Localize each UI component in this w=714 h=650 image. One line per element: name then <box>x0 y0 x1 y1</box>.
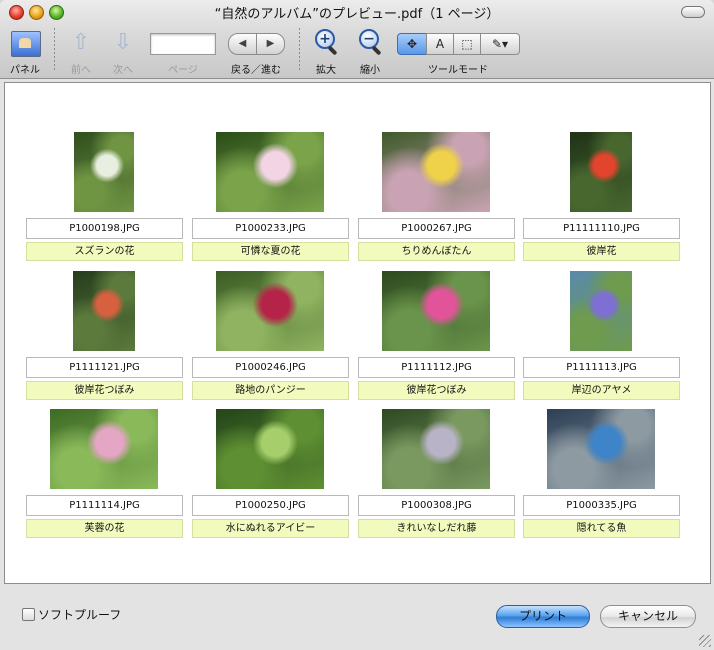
zoom-in-label: 拡大 <box>316 65 336 76</box>
photo-thumbnail <box>74 132 134 212</box>
back-forward-label: 戻る／進む <box>231 65 281 76</box>
photo-thumbnail <box>382 132 490 212</box>
photo-filename: P1000250.JPG <box>192 495 349 516</box>
photo-caption: スズランの花 <box>26 242 183 261</box>
minus-sign: − <box>363 31 375 47</box>
plus-sign: + <box>319 31 331 47</box>
text-tool-button[interactable]: A <box>426 33 454 55</box>
photo-filename: P1111121.JPG <box>26 357 183 378</box>
photo-caption: きれいなしだれ藤 <box>358 519 515 538</box>
photo-caption: 彼岸花 <box>523 242 680 261</box>
photo-caption: 水にぬれるアイビー <box>192 519 349 538</box>
photo-caption: 岸辺のアヤメ <box>523 381 680 400</box>
photo-caption: 隠れてる魚 <box>523 519 680 538</box>
toolbar-separator <box>54 28 55 72</box>
photo-caption: 彼岸花つぼみ <box>26 381 183 400</box>
photo-thumbnail <box>73 271 135 351</box>
photo-filename: P1000246.JPG <box>192 357 349 378</box>
preview-print-window: “自然のアルバム”のプレビュー.pdf（1 ページ） パネル ⇧ 前へ ⇩ 次へ… <box>0 0 714 650</box>
next-page-label: 次へ <box>113 65 133 76</box>
annotate-tool-button[interactable]: ✎▾ <box>480 33 520 55</box>
photo-filename: P1000335.JPG <box>523 495 680 516</box>
zoom-in-icon[interactable]: + <box>313 28 341 56</box>
photo-filename: P1111112.JPG <box>358 357 515 378</box>
photo-caption: ちりめんぼたん <box>358 242 515 261</box>
photo-filename: P1111113.JPG <box>523 357 680 378</box>
photo-thumbnail <box>50 409 158 489</box>
zoom-out-icon[interactable]: − <box>357 28 385 56</box>
page-label: ページ <box>168 65 198 76</box>
photo-thumbnail <box>547 409 655 489</box>
titlebar-toolbar: “自然のアルバム”のプレビュー.pdf（1 ページ） パネル ⇧ 前へ ⇩ 次へ… <box>0 0 714 79</box>
page-number-input[interactable] <box>150 33 216 55</box>
photo-thumbnail <box>216 271 324 351</box>
soft-proof-label: ソフトプルーフ <box>38 608 122 622</box>
photo-thumbnail <box>570 271 632 351</box>
photo-caption: 芙蓉の花 <box>26 519 183 538</box>
photo-thumbnail <box>382 271 490 351</box>
tool-mode-label: ツールモード <box>428 65 488 76</box>
contact-sheet-preview[interactable]: P1000198.JPG スズランの花 P1000233.JPG 可憐な夏の花 P100… <box>4 82 711 584</box>
photo-thumbnail <box>382 409 490 489</box>
print-button[interactable]: プリント <box>496 605 590 628</box>
photo-caption: 彼岸花つぼみ <box>358 381 515 400</box>
photo-filename: P1000267.JPG <box>358 218 515 239</box>
photo-caption: 路地のパンジー <box>192 381 349 400</box>
back-button[interactable]: ◀ <box>228 33 257 55</box>
select-tool-button[interactable]: ⬚ <box>453 33 481 55</box>
toolbar-separator <box>299 28 300 72</box>
window-title: “自然のアルバム”のプレビュー.pdf（1 ページ） <box>214 7 500 22</box>
cancel-button[interactable]: キャンセル <box>600 605 696 628</box>
photo-thumbnail <box>216 132 324 212</box>
forward-button[interactable]: ▶ <box>256 33 285 55</box>
resize-grip[interactable] <box>699 635 711 647</box>
photo-thumbnail <box>570 132 632 212</box>
next-page-icon[interactable]: ⇩ <box>112 30 134 56</box>
panel-label: パネル <box>10 65 40 76</box>
panel-icon[interactable] <box>11 31 41 57</box>
photo-filename: P1000308.JPG <box>358 495 515 516</box>
photo-filename: P1000233.JPG <box>192 218 349 239</box>
move-tool-button[interactable]: ✥ <box>397 33 427 55</box>
photo-filename: P1000198.JPG <box>26 218 183 239</box>
zoom-out-label: 縮小 <box>360 65 380 76</box>
previous-page-icon[interactable]: ⇧ <box>70 30 92 56</box>
photo-filename: P1111114.JPG <box>26 495 183 516</box>
photo-caption: 可憐な夏の花 <box>192 242 349 261</box>
photo-filename: P11111110.JPG <box>523 218 680 239</box>
toolbar-toggle-button[interactable] <box>681 6 705 18</box>
photo-thumbnail <box>216 409 324 489</box>
soft-proof-checkbox[interactable] <box>22 608 35 621</box>
previous-page-label: 前へ <box>71 65 91 76</box>
